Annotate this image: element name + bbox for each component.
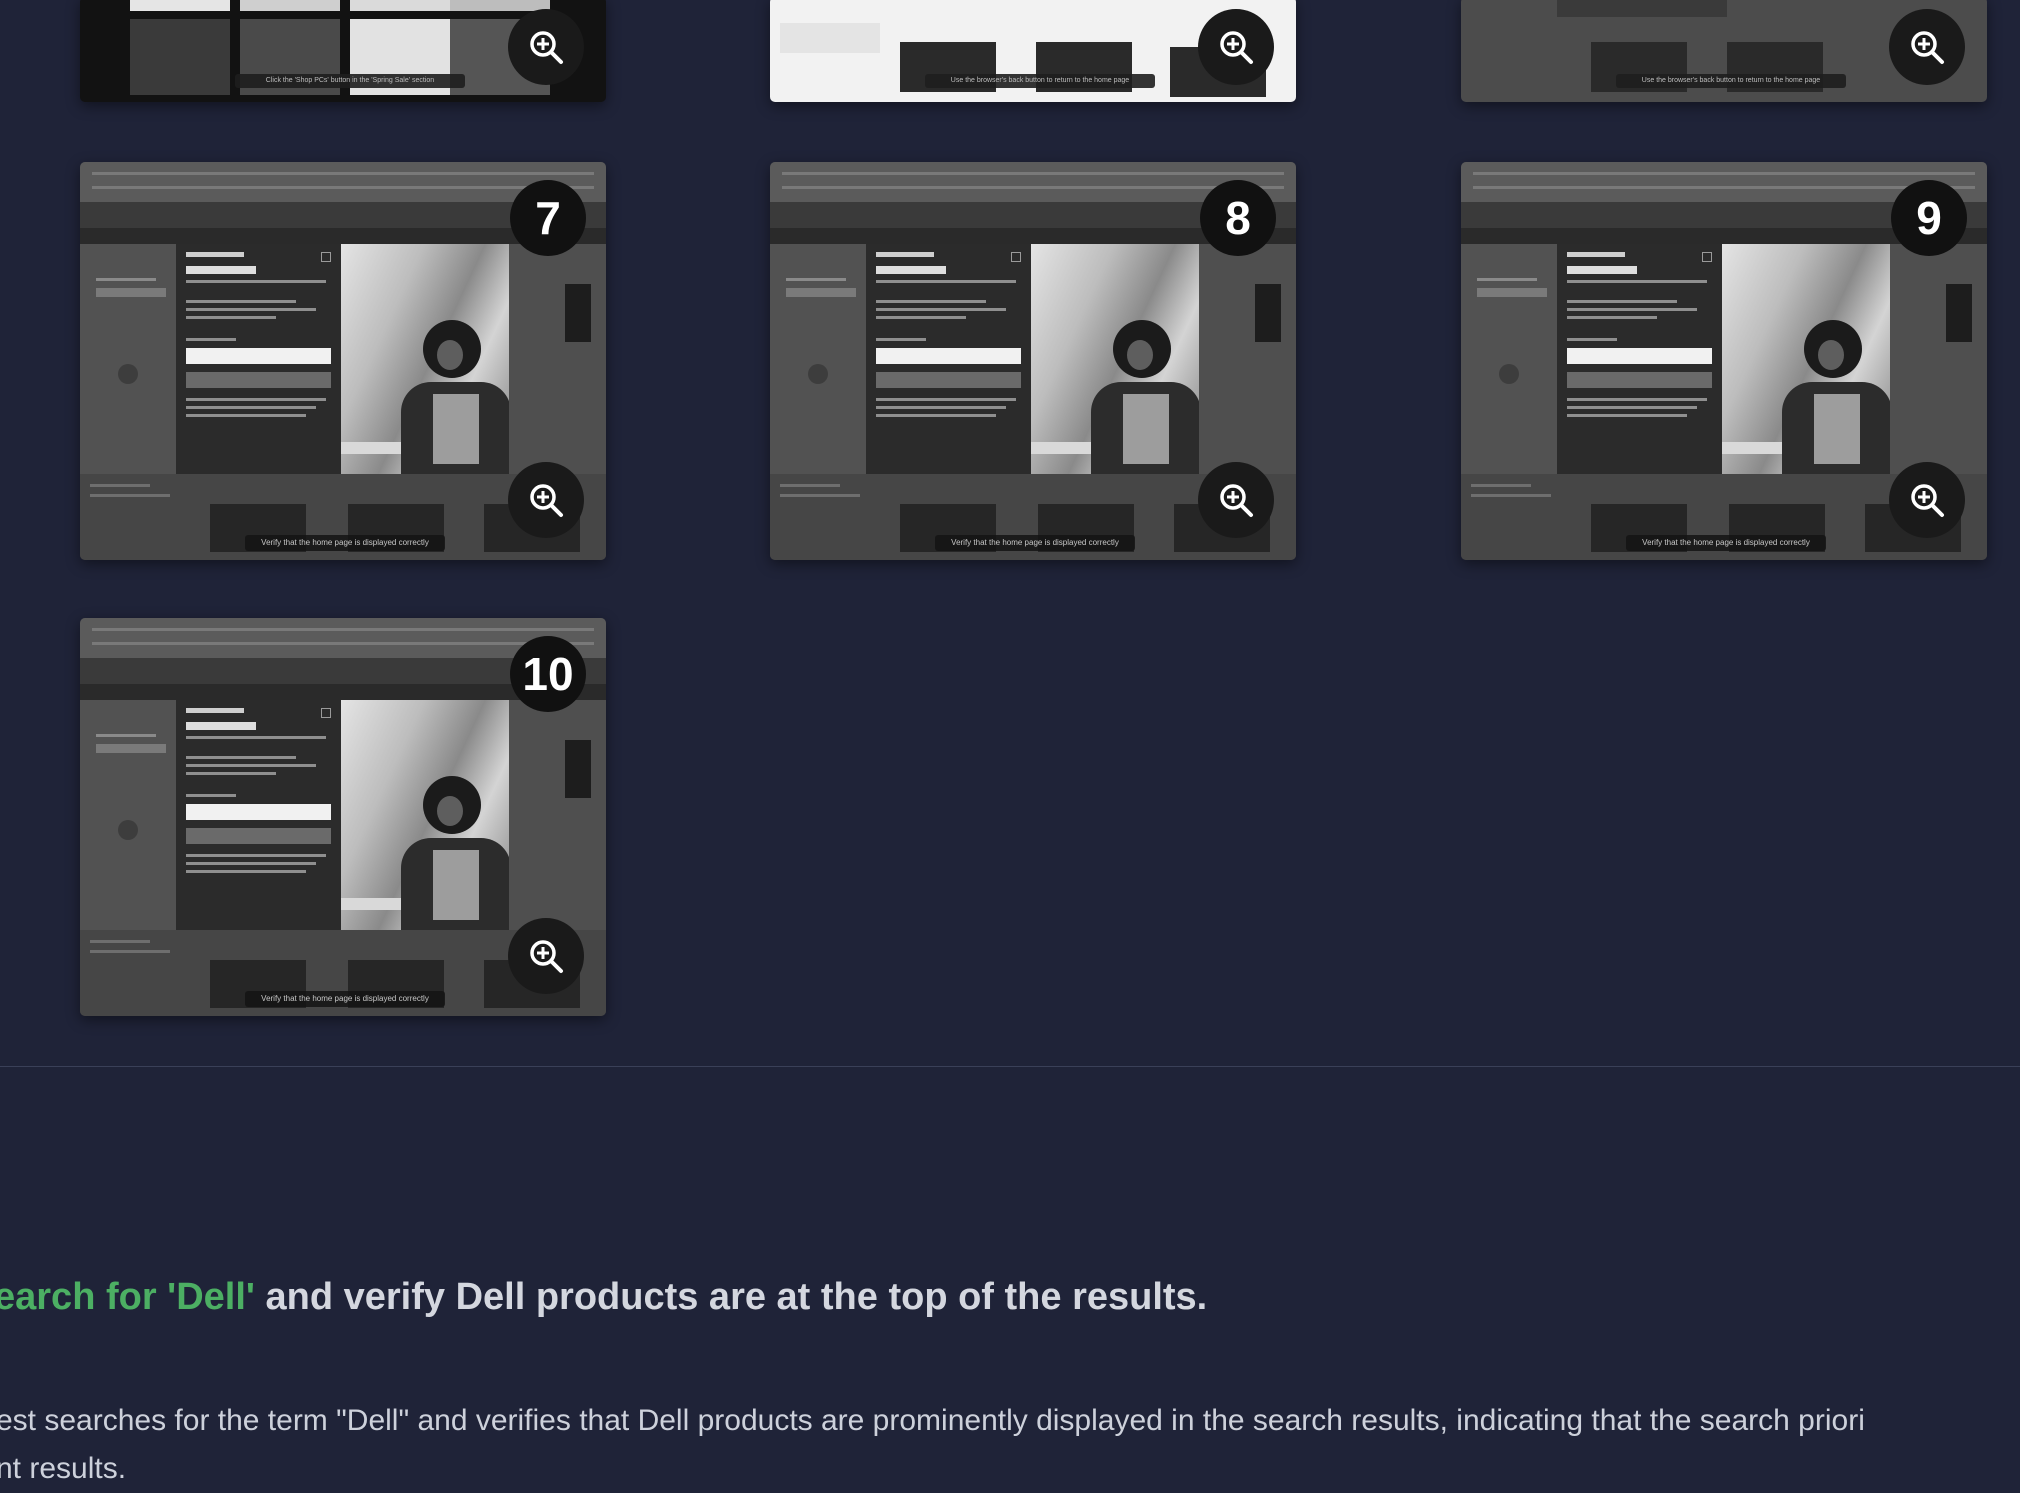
- signup-modal: [176, 244, 341, 479]
- close-icon[interactable]: [321, 708, 331, 718]
- step-caption: Verify that the home page is displayed c…: [935, 535, 1135, 551]
- brand-logo: [876, 252, 934, 257]
- section-divider: [0, 1066, 2020, 1067]
- signup-modal: [866, 244, 1031, 479]
- sign-up-button[interactable]: [876, 372, 1021, 388]
- close-icon[interactable]: [1702, 252, 1712, 262]
- page-right-column: [509, 700, 606, 930]
- page-right-column: [1890, 244, 1987, 474]
- screenshot-card-top-3[interactable]: Use the browser's back button to return …: [1461, 0, 1987, 102]
- page-right-column: [1199, 244, 1296, 474]
- tile-image: [1557, 0, 1727, 17]
- sign-up-button[interactable]: [186, 372, 331, 388]
- screenshot-card-step-9[interactable]: Verify that the home page is displayed c…: [1461, 162, 1987, 560]
- page-left-column: [770, 244, 866, 474]
- tile-image: [130, 0, 230, 11]
- modal-title: [186, 266, 256, 274]
- signup-modal: [176, 700, 341, 935]
- step-number-badge: 9: [1891, 180, 1967, 256]
- step-caption: Verify that the home page is displayed c…: [1626, 535, 1826, 551]
- filter-panel: [780, 23, 880, 53]
- zoom-in-icon[interactable]: [508, 918, 584, 994]
- close-icon[interactable]: [321, 252, 331, 262]
- promo-photo: [341, 700, 509, 935]
- step-caption: Use the browser's back button to return …: [925, 74, 1155, 88]
- email-field[interactable]: [876, 348, 1021, 364]
- tile-image: [240, 0, 340, 11]
- tile-image: [350, 0, 450, 11]
- email-field[interactable]: [1567, 348, 1712, 364]
- modal-title: [1567, 266, 1637, 274]
- zoom-in-icon[interactable]: [1889, 462, 1965, 538]
- step-number-badge: 10: [510, 636, 586, 712]
- step-number-badge: 8: [1200, 180, 1276, 256]
- step-caption: Verify that the home page is displayed c…: [245, 991, 445, 1007]
- screenshot-card-step-8[interactable]: Verify that the home page is displayed c…: [770, 162, 1296, 560]
- screenshot-card-step-7[interactable]: Verify that the home page is displayed c…: [80, 162, 606, 560]
- promo-photo: [341, 244, 509, 479]
- sign-up-button[interactable]: [186, 828, 331, 844]
- zoom-in-icon[interactable]: [1198, 462, 1274, 538]
- modal-title: [876, 266, 946, 274]
- test-description-line: nt results.: [0, 1452, 127, 1485]
- page-left-column: [80, 700, 176, 930]
- step-caption: Use the browser's back button to return …: [1616, 74, 1846, 88]
- test-description-line: est searches for the term "Dell" and ver…: [0, 1404, 1865, 1437]
- sign-up-button[interactable]: [1567, 372, 1712, 388]
- step-number-badge: 7: [510, 180, 586, 256]
- promo-photo: [1031, 244, 1199, 479]
- email-field[interactable]: [186, 804, 331, 820]
- screenshot-card-step-10[interactable]: Verify that the home page is displayed c…: [80, 618, 606, 1016]
- signup-modal: [1557, 244, 1722, 479]
- test-title: earch for 'Dell' and verify Dell product…: [0, 1276, 1207, 1319]
- page-right-column: [509, 244, 606, 474]
- brand-logo: [186, 252, 244, 257]
- page-left-column: [1461, 244, 1557, 474]
- promo-photo: [1722, 244, 1890, 479]
- zoom-in-icon[interactable]: [508, 9, 584, 85]
- page-left-column: [80, 244, 176, 474]
- test-title-highlight: earch for 'Dell': [0, 1276, 255, 1318]
- brand-logo: [186, 708, 244, 713]
- screenshot-card-top-1[interactable]: Click the 'Shop PCs' button in the 'Spri…: [80, 0, 606, 102]
- email-field[interactable]: [186, 348, 331, 364]
- brand-logo: [1567, 252, 1625, 257]
- zoom-in-icon[interactable]: [1889, 9, 1965, 85]
- step-caption: Click the 'Shop PCs' button in the 'Spri…: [235, 74, 465, 88]
- step-caption: Verify that the home page is displayed c…: [245, 535, 445, 551]
- test-description: est searches for the term "Dell" and ver…: [0, 1397, 1865, 1493]
- test-title-rest: and verify Dell products are at the top …: [254, 1276, 1208, 1318]
- tile-image: [130, 19, 230, 95]
- zoom-in-icon[interactable]: [508, 462, 584, 538]
- modal-title: [186, 722, 256, 730]
- screenshot-card-top-2[interactable]: Use the browser's back button to return …: [770, 0, 1296, 102]
- close-icon[interactable]: [1011, 252, 1021, 262]
- zoom-in-icon[interactable]: [1198, 9, 1274, 85]
